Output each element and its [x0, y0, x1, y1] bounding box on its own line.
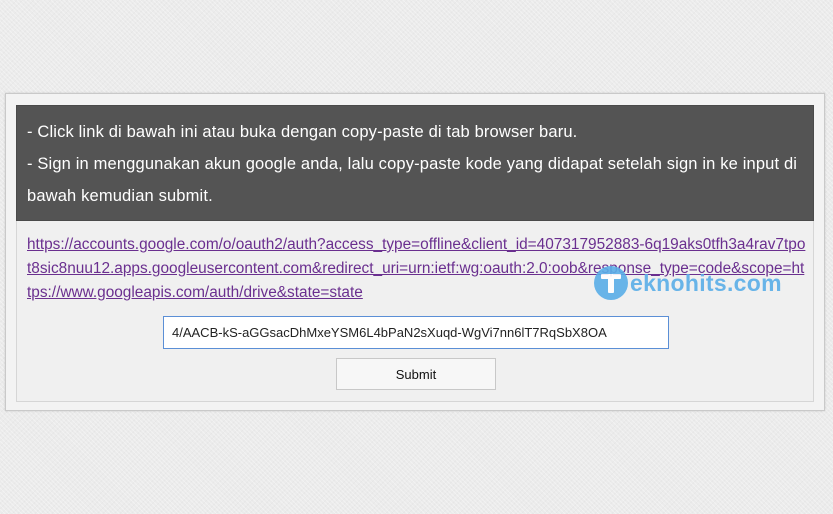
auth-form: https://accounts.google.com/o/oauth2/aut…: [16, 221, 814, 402]
watermark: eknohits.com: [594, 264, 782, 302]
auth-code-input[interactable]: [163, 316, 669, 349]
submit-button[interactable]: Submit: [336, 358, 496, 390]
auth-panel: - Click link di bawah ini atau buka deng…: [5, 93, 825, 411]
instruction-line-1: - Click link di bawah ini atau buka deng…: [27, 123, 578, 141]
watermark-text: eknohits.com: [630, 269, 782, 296]
instructions-box: - Click link di bawah ini atau buka deng…: [16, 105, 814, 221]
teknohits-logo-icon: [594, 266, 628, 300]
instruction-line-2: - Sign in menggunakan akun google anda, …: [27, 155, 798, 205]
